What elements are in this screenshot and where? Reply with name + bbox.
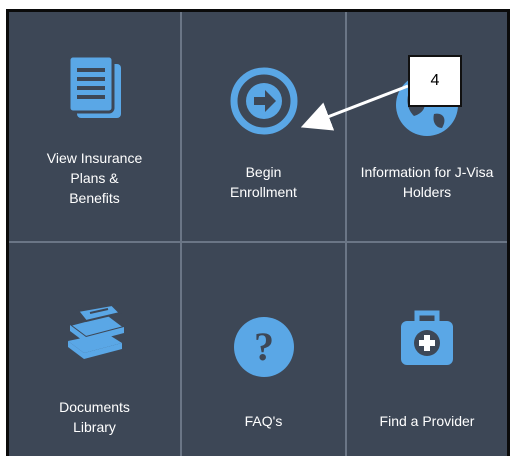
tile-label: FAQ's [244,413,283,429]
tile-label: View Insurance Plans & Benefits [46,150,143,206]
tile-j-visa-information[interactable]: Information for J-Visa Holders [347,12,507,241]
tile-faqs[interactable]: ? FAQ's [182,243,345,459]
question-icon: ? [233,317,294,377]
tile-label: Find a Provider [379,413,475,429]
tile-view-insurance-plans[interactable]: View Insurance Plans & Benefits [9,12,180,241]
document-icon [67,54,121,118]
svg-text:?: ? [254,324,274,369]
arrow-circle-right-icon [230,67,297,135]
tile-documents-library[interactable]: Documents Library [9,243,180,459]
callout-number: 4 [430,72,440,89]
tile-label: Begin Enrollment [230,164,297,200]
tile-begin-enrollment[interactable]: Begin Enrollment [182,12,345,241]
step-callout: 4 [408,55,462,107]
tile-label: Documents Library [59,399,130,435]
tile-find-a-provider[interactable]: Find a Provider [347,243,507,459]
medical-bag-icon [401,310,453,365]
tile-label: Information for J-Visa Holders [360,164,494,200]
books-icon [67,303,126,359]
